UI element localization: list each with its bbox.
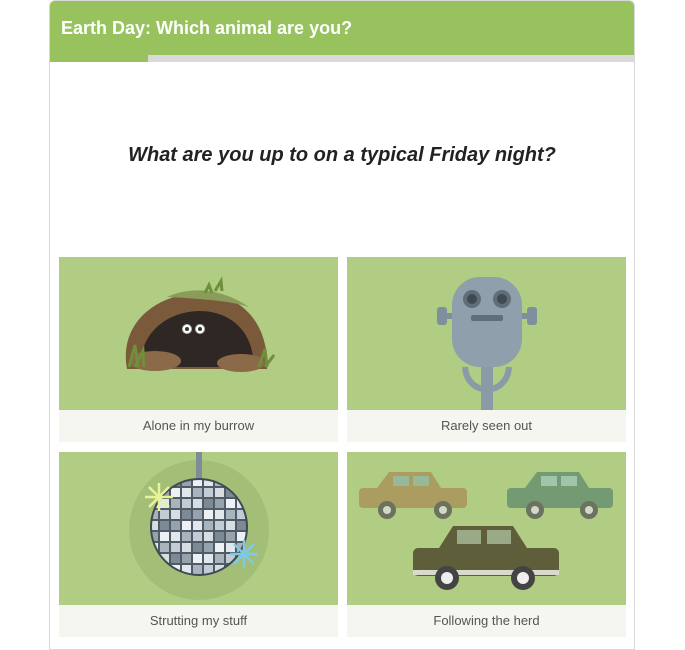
burrow-illustration bbox=[59, 257, 338, 410]
quiz-card: Earth Day: Which animal are you? What ar… bbox=[49, 0, 635, 650]
quiz-title: Earth Day: Which animal are you? bbox=[50, 1, 634, 55]
answer-label: Alone in my burrow bbox=[142, 418, 255, 433]
answer-label: Following the herd bbox=[433, 613, 540, 628]
question-text: What are you up to on a typical Friday n… bbox=[128, 144, 556, 166]
answer-option-alone-in-burrow[interactable]: Alone in my burrow bbox=[59, 257, 338, 442]
answer-option-strutting-my-stuff[interactable]: Strutting my stuff bbox=[59, 452, 338, 637]
answer-option-rarely-seen-out[interactable]: Rarely seen out bbox=[347, 257, 626, 442]
answer-label: Rarely seen out bbox=[440, 418, 533, 433]
cars-herd-illustration bbox=[347, 452, 626, 605]
viewer-binoculars-illustration bbox=[347, 257, 626, 410]
disco-ball-illustration bbox=[59, 452, 338, 605]
answer-label: Strutting my stuff bbox=[149, 613, 248, 628]
progress-bar bbox=[50, 55, 634, 62]
progress-fill bbox=[50, 55, 148, 62]
answer-option-following-the-herd[interactable]: Following the herd bbox=[347, 452, 626, 637]
